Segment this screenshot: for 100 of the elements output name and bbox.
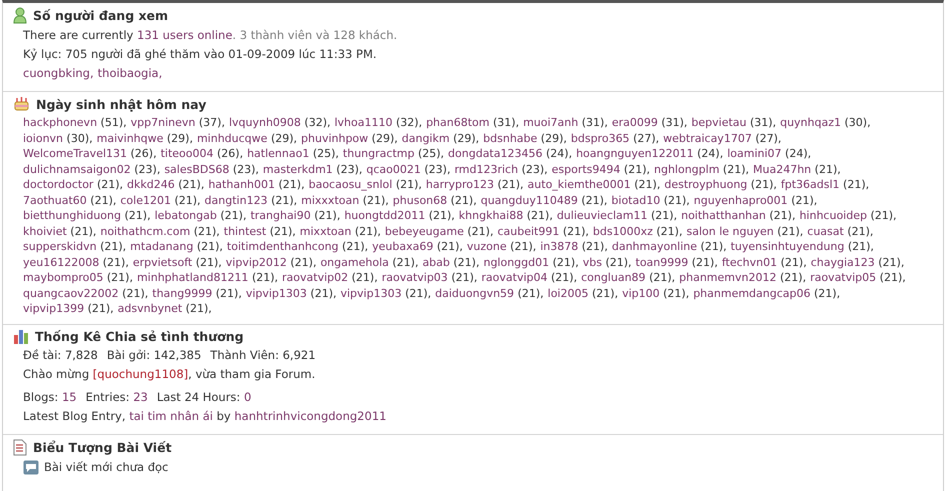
user-link[interactable]: yeu16122008 <box>23 256 100 268</box>
user-link[interactable]: bepvietau <box>691 116 747 129</box>
user-link[interactable]: vipvip1303 <box>340 286 402 300</box>
user-link[interactable]: destroyphuong <box>664 178 748 191</box>
user-link[interactable]: phuson68 <box>392 194 448 206</box>
user-link[interactable]: vipvip2012 <box>226 256 287 268</box>
user-link[interactable]: vbs <box>582 256 602 268</box>
user-link[interactable]: caubeit991 <box>497 224 560 238</box>
user-link[interactable]: era0099 <box>612 116 658 129</box>
user-link[interactable]: nguyenhapro001 <box>694 194 788 206</box>
user-link[interactable]: vuzone <box>466 240 507 253</box>
user-link[interactable]: chaygia123 <box>810 256 875 268</box>
user-link[interactable]: toan9999 <box>636 256 688 268</box>
user-link[interactable]: huongtdd2011 <box>344 209 426 222</box>
user-link[interactable]: ioionvn <box>23 132 64 144</box>
user-link[interactable]: maybompro05 <box>23 271 104 284</box>
user-link[interactable]: ongamehola <box>320 256 389 268</box>
user-link[interactable]: lvhoa1110 <box>334 116 392 129</box>
user-link[interactable]: 7aothuat60 <box>23 194 87 206</box>
user-link[interactable]: loi2005 <box>548 286 588 300</box>
stat-link[interactable]: 23 <box>133 390 148 404</box>
user-link[interactable]: khngkhai88 <box>458 209 524 222</box>
user-link[interactable]: esports9494 <box>552 162 620 176</box>
user-link[interactable]: dulichnamsaigon02 <box>23 162 131 176</box>
user-link[interactable]: adsvnbynet <box>118 302 182 315</box>
user-link[interactable]: lvquynh0908 <box>228 116 301 129</box>
user-link[interactable]: bds1000xz <box>592 224 653 238</box>
user-link[interactable]: khoiviet <box>23 224 67 238</box>
user-link[interactable]: lebatongab <box>154 209 217 222</box>
blog-entry-link[interactable]: tai tim nhân ái <box>129 408 213 422</box>
user-link[interactable]: abab <box>422 256 450 268</box>
user-link[interactable]: cuasat <box>807 224 844 238</box>
user-link[interactable]: tranghai90 <box>250 209 311 222</box>
member-link[interactable]: cuongbking, <box>23 66 94 80</box>
user-link[interactable]: vpp7ninevn <box>130 116 196 129</box>
user-link[interactable]: salon le nguyen <box>686 224 774 238</box>
user-link[interactable]: bdsnhabe <box>483 132 538 144</box>
user-link[interactable]: bebeyeugame <box>384 224 464 238</box>
user-link[interactable]: dangtin123 <box>204 194 268 206</box>
author-link[interactable]: hanhtrinhvicongdong2011 <box>234 408 386 422</box>
user-link[interactable]: supperskidvn <box>23 240 97 253</box>
user-link[interactable]: raovatvip04 <box>481 271 548 284</box>
user-link[interactable]: hathanh001 <box>208 178 276 191</box>
user-link[interactable]: qcao0021 <box>366 162 421 176</box>
user-link[interactable]: masterkdm1 <box>262 162 333 176</box>
user-link[interactable]: dulieuvieclam11 <box>556 209 648 222</box>
users-online-link[interactable]: 131 users online <box>137 28 232 42</box>
user-link[interactable]: harrypro123 <box>426 178 494 191</box>
member-link[interactable]: thoibaogia, <box>98 66 162 80</box>
user-link[interactable]: cole1201 <box>120 194 171 206</box>
user-link[interactable]: biotad10 <box>611 194 660 206</box>
user-link[interactable]: dongdata123456 <box>448 147 542 160</box>
user-link[interactable]: maivinhqwe <box>96 132 164 144</box>
user-link[interactable]: in3878 <box>540 240 578 253</box>
user-link[interactable]: thang9999 <box>152 286 212 300</box>
user-link[interactable]: daiduongvn59 <box>435 286 514 300</box>
user-link[interactable]: phuvinhpow <box>301 132 368 144</box>
user-link[interactable]: yeubaxa69 <box>372 240 434 253</box>
user-link[interactable]: thintest <box>224 224 266 238</box>
user-link[interactable]: auto_kiemthe0001 <box>528 178 631 191</box>
user-link[interactable]: raovatvip05 <box>810 271 876 284</box>
user-link[interactable]: toitimdenthanhcong <box>226 240 339 253</box>
user-link[interactable]: vipvip1303 <box>246 286 307 300</box>
user-link[interactable]: bietthunghiduong <box>23 209 121 222</box>
stat-link[interactable]: 15 <box>62 390 77 404</box>
user-link[interactable]: doctordoctor <box>23 178 94 191</box>
user-link[interactable]: muoi7anh <box>523 116 578 129</box>
user-link[interactable]: noithathcm.com <box>100 224 190 238</box>
user-link[interactable]: mixxxtoan <box>301 194 360 206</box>
member-link[interactable]: [quochung1108] <box>92 366 188 380</box>
user-link[interactable]: dangikm <box>402 132 450 144</box>
user-link[interactable]: ftechvn01 <box>722 256 778 268</box>
user-link[interactable]: mixxtoan <box>300 224 352 238</box>
user-link[interactable]: fpt36adsl1 <box>780 178 840 191</box>
user-link[interactable]: titeoo004 <box>160 147 214 160</box>
user-link[interactable]: danhmayonline <box>612 240 698 253</box>
user-link[interactable]: hoangnguyen122011 <box>576 147 694 160</box>
user-link[interactable]: quangduy110489 <box>480 194 578 206</box>
user-link[interactable]: quangcaov22002 <box>23 286 119 300</box>
user-link[interactable]: bdspro365 <box>570 132 630 144</box>
user-link[interactable]: loamini07 <box>727 147 782 160</box>
user-link[interactable]: vip100 <box>622 286 660 300</box>
user-link[interactable]: phanmemvn2012 <box>679 271 776 284</box>
user-link[interactable]: hatlennao1 <box>247 147 310 160</box>
user-link[interactable]: baocaosu_snlol <box>308 178 392 191</box>
user-link[interactable]: Mua247hn <box>753 162 812 176</box>
user-link[interactable]: dkkd246 <box>127 178 175 191</box>
user-link[interactable]: thungractmp <box>342 147 414 160</box>
user-link[interactable]: nglonggd01 <box>483 256 550 268</box>
user-link[interactable]: rmd123rich <box>454 162 518 176</box>
user-link[interactable]: hackphonevn <box>23 116 98 129</box>
user-link[interactable]: congluan89 <box>581 271 646 284</box>
user-link[interactable]: raovatvip02 <box>282 271 348 284</box>
user-link[interactable]: vipvip1399 <box>23 302 84 315</box>
user-link[interactable]: tuyensinhtuyendung <box>730 240 844 253</box>
user-link[interactable]: minhducqwe <box>196 132 268 144</box>
user-link[interactable]: webtraicay1707 <box>663 132 752 144</box>
user-link[interactable]: raovatvip03 <box>382 271 448 284</box>
stat-link[interactable]: 0 <box>244 390 252 404</box>
user-link[interactable]: mtadanang <box>130 240 194 253</box>
